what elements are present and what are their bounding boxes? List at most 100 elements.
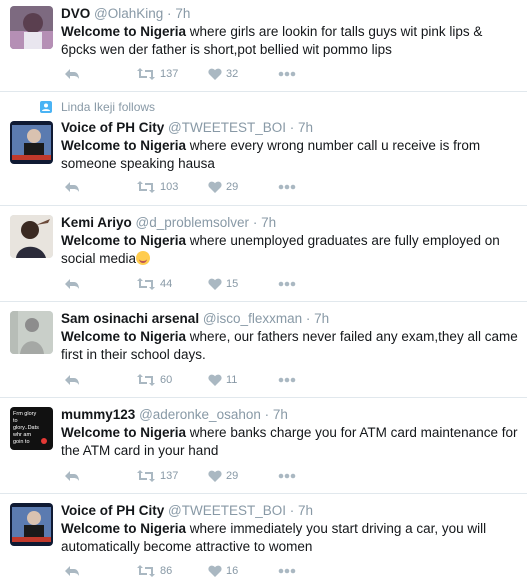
- reply-icon: [65, 279, 79, 289]
- username[interactable]: @isco_flexxman: [203, 311, 302, 326]
- timestamp[interactable]: 7h: [298, 120, 313, 135]
- tweet[interactable]: Frm glory to glory..Dats whr am goin to …: [0, 398, 527, 494]
- more-button[interactable]: [278, 179, 296, 195]
- like-button[interactable]: 29: [208, 468, 238, 484]
- heart-icon: [208, 470, 222, 482]
- tweet-text: Welcome to Nigeria where immediately you…: [61, 520, 519, 556]
- retweet-count: 137: [160, 470, 179, 482]
- hashtag-keyword[interactable]: Welcome to Nigeria: [61, 521, 186, 536]
- hashtag-keyword[interactable]: Welcome to Nigeria: [61, 24, 186, 39]
- tweet-header: Voice of PH City @TWEETEST_BOI · 7h: [61, 502, 519, 520]
- tweet[interactable]: Kemi Ariyo @d_problemsolver · 7h Welcome…: [0, 206, 527, 302]
- tweet-header: mummy123 @aderonke_osahon · 7h: [61, 406, 519, 424]
- tweet[interactable]: DVO @OlahKing · 7h Welcome to Nigeria wh…: [0, 0, 527, 92]
- hashtag-keyword[interactable]: Welcome to Nigeria: [61, 425, 186, 440]
- retweet-icon: [137, 181, 155, 193]
- avatar[interactable]: [10, 6, 53, 49]
- heart-icon: [208, 278, 222, 290]
- retweet-count: 86: [160, 565, 173, 577]
- username[interactable]: @TWEETEST_BOI: [168, 503, 286, 518]
- more-button[interactable]: [278, 276, 296, 292]
- display-name[interactable]: Voice of PH City: [61, 120, 164, 135]
- reply-button[interactable]: [64, 372, 80, 388]
- like-count: 32: [226, 68, 239, 80]
- hashtag-keyword[interactable]: Welcome to Nigeria: [61, 329, 186, 344]
- tweet-text: Welcome to Nigeria where unemployed grad…: [61, 232, 519, 268]
- timestamp[interactable]: 7h: [273, 407, 288, 422]
- reply-button[interactable]: [64, 468, 80, 484]
- tweet-header: DVO @OlahKing · 7h: [61, 5, 519, 23]
- retweet-icon: [137, 470, 155, 482]
- more-button[interactable]: [278, 66, 296, 82]
- reply-button[interactable]: [64, 276, 80, 292]
- retweet-button[interactable]: 137: [136, 66, 178, 82]
- more-button[interactable]: [278, 372, 296, 388]
- more-button[interactable]: [278, 468, 296, 484]
- separator-dot: ·: [252, 215, 258, 230]
- retweet-button[interactable]: 137: [136, 468, 178, 484]
- retweet-button[interactable]: 103: [136, 179, 178, 195]
- retweet-count: 60: [160, 374, 173, 386]
- reply-icon: [65, 471, 79, 481]
- display-name[interactable]: DVO: [61, 6, 90, 21]
- display-name[interactable]: Sam osinachi arsenal: [61, 311, 199, 326]
- like-button[interactable]: 15: [208, 276, 238, 292]
- reply-button[interactable]: [64, 563, 80, 579]
- like-button[interactable]: 11: [208, 372, 237, 388]
- separator-dot: ·: [305, 311, 311, 326]
- tweet[interactable]: Linda Ikeji follows Voice of PH City @TW…: [0, 92, 527, 206]
- retweet-button[interactable]: 60: [136, 372, 172, 388]
- like-button[interactable]: 32: [208, 66, 238, 82]
- hashtag-keyword[interactable]: Welcome to Nigeria: [61, 233, 186, 248]
- like-button[interactable]: 29: [208, 179, 238, 195]
- tweet-text: Welcome to Nigeria where banks charge yo…: [61, 424, 519, 460]
- retweet-count: 137: [160, 68, 179, 80]
- username[interactable]: @aderonke_osahon: [139, 407, 261, 422]
- retweet-count: 44: [160, 278, 173, 290]
- retweet-icon: [137, 565, 155, 577]
- avatar[interactable]: [10, 215, 53, 258]
- username[interactable]: @d_problemsolver: [136, 215, 250, 230]
- tweet-header: Kemi Ariyo @d_problemsolver · 7h: [61, 214, 519, 232]
- retweet-button[interactable]: 86: [136, 563, 172, 579]
- display-name[interactable]: mummy123: [61, 407, 135, 422]
- social-context: Linda Ikeji follows: [40, 100, 155, 114]
- tweet[interactable]: Voice of PH City @TWEETEST_BOI · 7h Welc…: [0, 494, 527, 584]
- heart-icon: [208, 565, 222, 577]
- timestamp[interactable]: 7h: [175, 6, 190, 21]
- timestamp[interactable]: 7h: [261, 215, 276, 230]
- display-name[interactable]: Voice of PH City: [61, 503, 164, 518]
- like-count: 15: [226, 278, 239, 290]
- retweet-button[interactable]: 44: [136, 276, 172, 292]
- separator-dot: ·: [289, 503, 295, 518]
- avatar[interactable]: [10, 121, 53, 164]
- username[interactable]: @TWEETEST_BOI: [168, 120, 286, 135]
- retweet-icon: [137, 374, 155, 386]
- avatar[interactable]: Frm glory to glory..Dats whr am goin to: [10, 407, 53, 450]
- display-name[interactable]: Kemi Ariyo: [61, 215, 132, 230]
- like-count: 16: [226, 565, 239, 577]
- heart-icon: [208, 68, 222, 80]
- tweet[interactable]: Sam osinachi arsenal @isco_flexxman · 7h…: [0, 302, 527, 398]
- more-icon: [278, 377, 296, 383]
- like-count: 11: [226, 374, 238, 386]
- more-button[interactable]: [278, 563, 296, 579]
- avatar[interactable]: [10, 503, 53, 546]
- like-button[interactable]: 16: [208, 563, 238, 579]
- svg-text:goin to: goin to: [13, 439, 30, 445]
- tweet-text: Welcome to Nigeria where, our fathers ne…: [61, 328, 519, 364]
- timeline: DVO @OlahKing · 7h Welcome to Nigeria wh…: [0, 0, 527, 584]
- reply-button[interactable]: [64, 66, 80, 82]
- avatar[interactable]: [10, 311, 53, 354]
- timestamp[interactable]: 7h: [314, 311, 329, 326]
- svg-text:Frm glory: Frm glory: [13, 411, 36, 417]
- retweet-count: 103: [160, 181, 179, 193]
- retweet-icon: [137, 278, 155, 290]
- hashtag-keyword[interactable]: Welcome to Nigeria: [61, 138, 186, 153]
- heart-icon: [208, 181, 222, 193]
- timestamp[interactable]: 7h: [298, 503, 313, 518]
- username[interactable]: @OlahKing: [94, 6, 163, 21]
- reply-icon: [65, 69, 79, 79]
- reply-button[interactable]: [64, 179, 80, 195]
- social-context-text[interactable]: Linda Ikeji follows: [61, 100, 155, 114]
